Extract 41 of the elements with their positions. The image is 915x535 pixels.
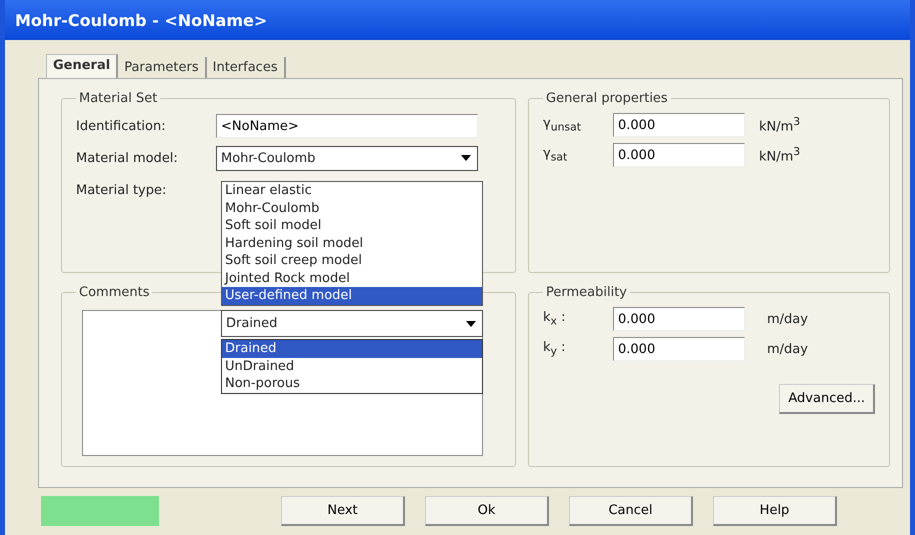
- field-label: Material model:: [76, 150, 179, 166]
- caret-icon: [466, 320, 476, 326]
- tab[interactable]: General: [46, 54, 118, 78]
- symbol-label: γ$_{unsat}$: [543, 116, 582, 134]
- dropdown-option[interactable]: Mohr-Coulomb: [222, 200, 482, 217]
- window-title: Mohr-Coulomb - <NoName>: [15, 10, 268, 30]
- material-model-dropdown[interactable]: Mohr-Coulomb: [216, 146, 478, 170]
- advanced-button[interactable]: Advanced...: [779, 384, 875, 414]
- group-title: Permeability: [545, 285, 628, 300]
- field-label: Identification:: [76, 118, 167, 134]
- dropdown-option[interactable]: Soft soil creep model: [222, 252, 482, 270]
- value-field[interactable]: 0.000: [613, 143, 745, 167]
- dropdown-option[interactable]: Jointed Rock model: [222, 270, 482, 287]
- group-title: General properties: [545, 91, 669, 106]
- dialog-button[interactable]: Next: [281, 496, 405, 526]
- dropdown-option[interactable]: Hardening soil model: [222, 234, 482, 252]
- symbol-label: k$_{x}$ :: [543, 310, 566, 328]
- symbol-label: γ$_{sat}$: [543, 146, 568, 164]
- dropdown-option[interactable]: Soft soil model: [222, 217, 482, 234]
- symbol-label: k$_{y}$ :: [543, 340, 566, 358]
- dialog-button[interactable]: Ok: [425, 496, 549, 526]
- group-title: Material Set: [78, 91, 158, 106]
- identification-field[interactable]: <NoName>: [216, 114, 478, 138]
- group-title: Comments: [78, 285, 150, 300]
- dropdown-option[interactable]: Non-porous: [222, 375, 482, 392]
- value-field[interactable]: 0.000: [613, 337, 745, 361]
- value-field[interactable]: 0.000: [613, 113, 745, 137]
- dropdown-option[interactable]: UnDrained: [222, 358, 482, 375]
- dropdown-option[interactable]: User-defined model: [222, 287, 482, 304]
- dialog-button[interactable]: Help: [713, 496, 837, 526]
- dropdown-option[interactable]: Drained: [222, 340, 482, 358]
- unit-label: kN/m$^{3}$: [759, 145, 800, 165]
- field-label: Material type:: [76, 182, 168, 198]
- value-field[interactable]: 0.000: [613, 307, 745, 331]
- unit-label: kN/m$^{3}$: [759, 115, 800, 135]
- material-type-dropdown[interactable]: Drained: [221, 310, 483, 337]
- dropdown-option[interactable]: Linear elastic: [222, 182, 482, 200]
- unit-label: m/day: [767, 312, 808, 326]
- caret-icon: [461, 155, 471, 161]
- dialog-button[interactable]: Cancel: [569, 496, 693, 526]
- unit-label: m/day: [767, 342, 808, 356]
